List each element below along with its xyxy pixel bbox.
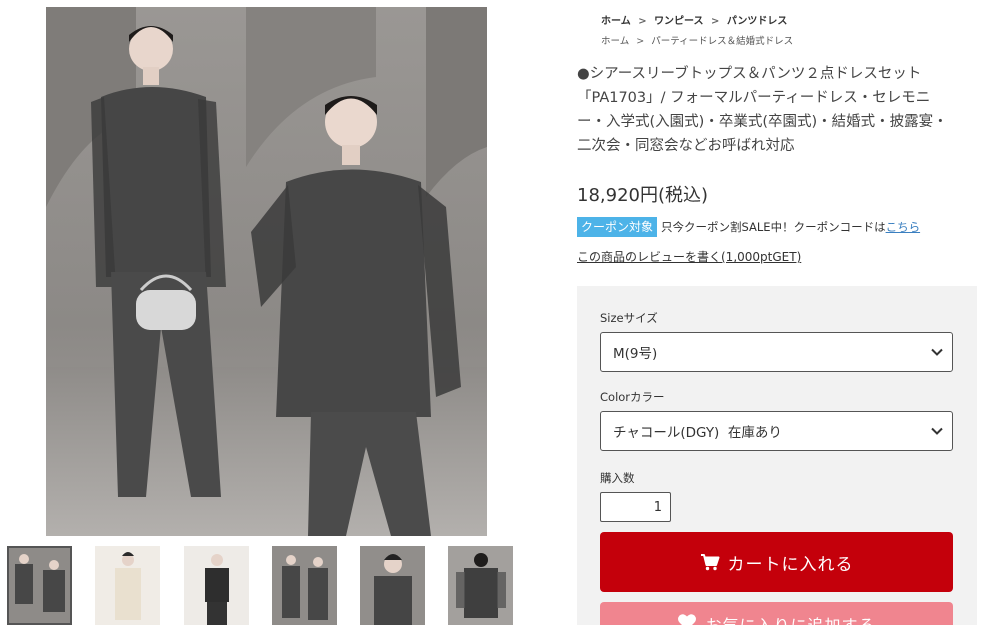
color-label: Colorカラー — [600, 390, 665, 404]
cart-icon — [700, 554, 719, 571]
breadcrumb-link[interactable]: ホーム — [601, 36, 629, 47]
main-product-image[interactable] — [46, 7, 487, 536]
color-select[interactable]: チャコール(DGY) 在庫あり — [600, 411, 953, 451]
purchase-panel: Sizeサイズ M(9号) Colorカラー チャコール(DGY) 在庫あり 購… — [577, 286, 977, 625]
size-select[interactable]: M(9号) — [600, 332, 953, 372]
add-to-favorites-button[interactable]: お気に入りに追加する — [600, 602, 953, 625]
breadcrumb-primary: ホーム > ワンピース > パンツドレス — [601, 12, 791, 27]
color-select-value: チャコール(DGY) 在庫あり — [613, 425, 782, 441]
breadcrumb-secondary: ホーム > パーティードレス＆結婚式ドレス — [601, 33, 797, 47]
coupon-row: クーポン対象 只今クーポン割SALE中！クーポンコードは こちら — [577, 217, 920, 237]
add-to-cart-button[interactable]: カートに入れる — [600, 532, 953, 592]
add-to-favorites-label: お気に入りに追加する — [705, 612, 875, 625]
heart-icon — [678, 614, 697, 625]
add-to-cart-label: カートに入れる — [727, 554, 854, 575]
breadcrumb-link[interactable]: ワンピース — [654, 16, 704, 27]
coupon-text: 只今クーポン割SALE中！クーポンコードは — [661, 220, 886, 234]
thumbnail-1[interactable] — [7, 546, 72, 625]
thumbnail-2[interactable] — [95, 546, 160, 625]
size-select-value: M(9号) — [613, 346, 658, 362]
size-label: Sizeサイズ — [600, 311, 658, 325]
thumbnail-4[interactable] — [272, 546, 337, 625]
coupon-badge: クーポン対象 — [577, 217, 658, 237]
thumbnail-3[interactable] — [184, 546, 249, 625]
breadcrumb-separator: > — [638, 16, 647, 27]
product-title: ●シアースリーブトップス＆パンツ２点ドレスセット「PA1703」/ フォーマルパ… — [577, 66, 948, 154]
quantity-input[interactable] — [600, 492, 671, 522]
breadcrumb-link[interactable]: ホーム — [601, 16, 631, 27]
breadcrumb-separator: > — [636, 36, 645, 47]
chevron-down-icon — [931, 427, 943, 435]
thumbnail-5[interactable] — [360, 546, 425, 625]
write-review-link[interactable]: この商品のレビューを書く(1,000ptGET) — [577, 248, 801, 265]
breadcrumb-link[interactable]: パーティードレス＆結婚式ドレス — [651, 36, 793, 47]
thumbnail-6[interactable] — [448, 546, 513, 625]
coupon-link[interactable]: こちら — [886, 219, 921, 235]
quantity-label: 購入数 — [600, 471, 635, 485]
chevron-down-icon — [931, 348, 943, 356]
breadcrumb-separator: > — [711, 16, 720, 27]
product-price: 18,920円(税込) — [577, 185, 709, 206]
breadcrumb-link[interactable]: パンツドレス — [727, 16, 788, 27]
